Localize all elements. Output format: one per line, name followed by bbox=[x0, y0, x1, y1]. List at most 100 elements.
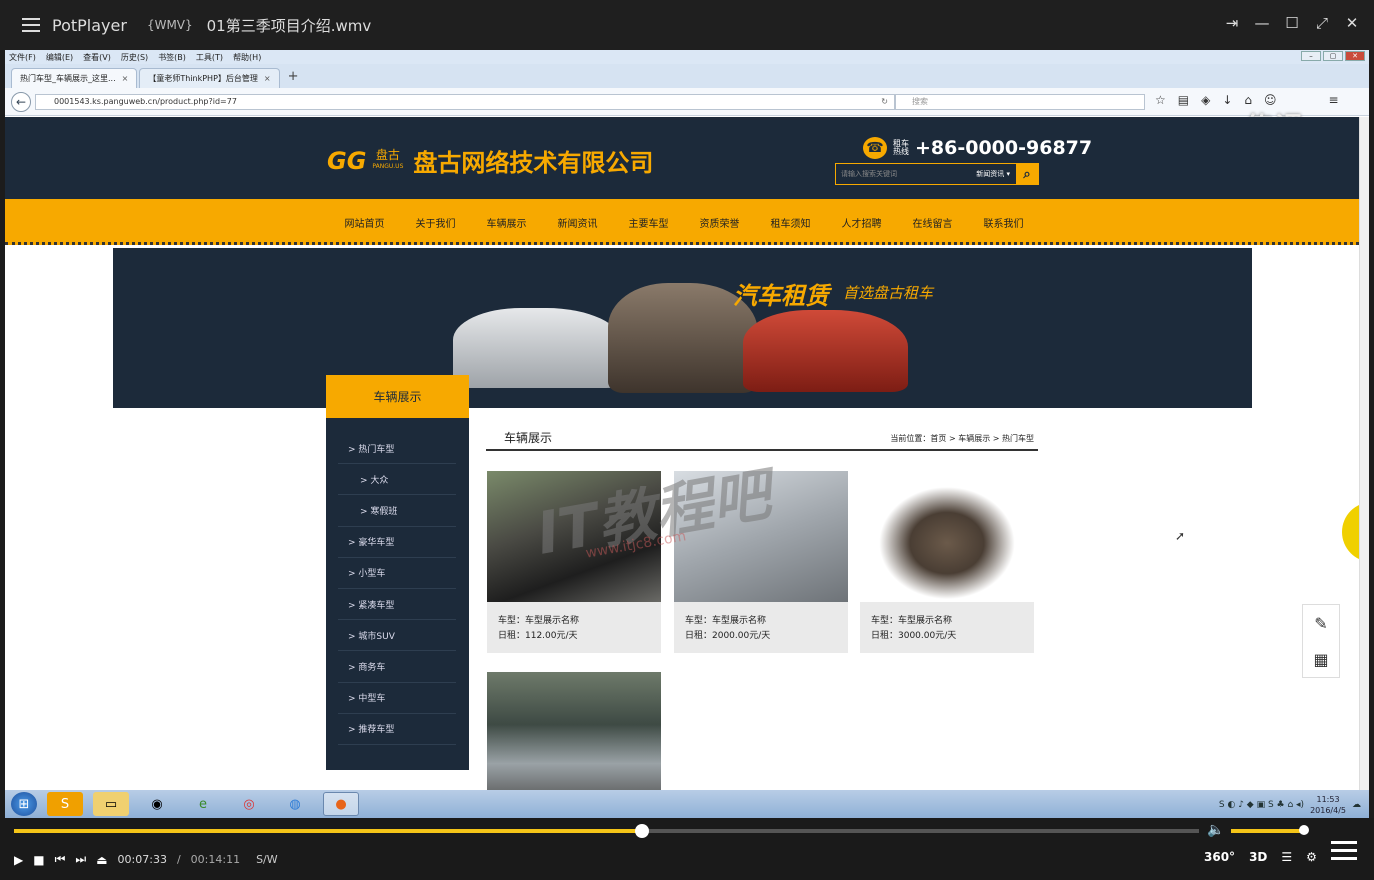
play-icon[interactable]: ▶ bbox=[14, 853, 23, 867]
sidebar-item-luxury[interactable]: > 豪华车型 bbox=[338, 527, 456, 558]
taskbar-firefox-icon[interactable]: ● bbox=[323, 792, 359, 816]
sidebar-list: > 热门车型 > 大众 > 寒假班 > 豪华车型 > 小型车 > 紧凑车型 > … bbox=[338, 433, 456, 745]
next-icon[interactable]: ⏭ bbox=[75, 852, 86, 867]
settings-gear-icon[interactable]: ⚙ bbox=[1306, 850, 1317, 864]
home-icon[interactable]: ⌂ bbox=[1244, 93, 1252, 107]
vehicle-photo[interactable] bbox=[487, 672, 661, 790]
nav-vehicles[interactable]: 车辆展示 bbox=[471, 215, 542, 230]
sidebar-item-suv[interactable]: > 城市SUV bbox=[338, 620, 456, 652]
site-search-input[interactable]: 请输入搜索关键词 bbox=[836, 169, 976, 179]
volume-slider[interactable] bbox=[1231, 825, 1310, 835]
sidebar-item-compact[interactable]: > 紧凑车型 bbox=[338, 589, 456, 621]
tray-clock[interactable]: 11:53 2016/4/5 bbox=[1310, 794, 1346, 816]
menu-edit[interactable]: 编辑(E) bbox=[46, 52, 73, 63]
back-icon[interactable]: ← bbox=[11, 91, 31, 112]
vehicle-card[interactable]: 车型：车型展示名称 日租：3000.00元/天 bbox=[860, 471, 1034, 653]
cursor-highlight bbox=[1342, 502, 1359, 562]
webpage: GG 盘古 PANGU.US 盘古网络技术有限公司 ☎ 租车 热线 +86-0000… bbox=[5, 117, 1359, 790]
browser-restore-icon[interactable]: ▢ bbox=[1323, 51, 1343, 61]
sidebar-item-midsize[interactable]: > 中型车 bbox=[338, 683, 456, 714]
search-icon[interactable]: ⌕ bbox=[1016, 164, 1038, 184]
hotline-number: +86-0000-96877 bbox=[915, 137, 1093, 159]
browser-navbar: ← 0001543.ks.panguweb.cn/product.php?id=… bbox=[5, 88, 1369, 144]
start-button-icon[interactable]: ⊞ bbox=[11, 792, 37, 816]
download-icon[interactable]: ↓ bbox=[1222, 93, 1232, 107]
pocket-icon[interactable]: ◈ bbox=[1201, 93, 1210, 107]
taskbar-qq-icon[interactable]: ◉ bbox=[139, 792, 175, 816]
taskbar-browser-icon[interactable]: ◍ bbox=[277, 792, 313, 816]
nav-news[interactable]: 新闻资讯 bbox=[542, 215, 613, 230]
browser-close-icon[interactable]: ✕ bbox=[1345, 51, 1365, 61]
eject-icon[interactable]: ⏏ bbox=[96, 853, 107, 867]
reload-icon[interactable]: ↻ bbox=[881, 95, 888, 109]
vr-360-button[interactable]: 360° bbox=[1204, 850, 1235, 864]
tab-close-icon[interactable]: × bbox=[264, 74, 271, 83]
edit-icon[interactable]: ✎ bbox=[1303, 605, 1339, 641]
nav-contact[interactable]: 联系我们 bbox=[968, 215, 1039, 230]
hamburger-icon[interactable]: ≡ bbox=[1329, 93, 1339, 107]
nav-careers[interactable]: 人才招聘 bbox=[826, 215, 897, 230]
page-scrollbar[interactable] bbox=[1359, 117, 1369, 790]
sync-icon[interactable]: ☺ bbox=[1264, 93, 1277, 107]
vehicle-rent: 日租：112.00元/天 bbox=[498, 631, 578, 641]
sidebar-item-winter[interactable]: > 寒假班 bbox=[338, 495, 456, 527]
3d-button[interactable]: 3D bbox=[1249, 850, 1267, 864]
tray-icons[interactable]: S ◐ ♪ ◆ ▣ S ♣ ⌂ ◂) bbox=[1219, 800, 1304, 810]
menu-view[interactable]: 查看(V) bbox=[83, 52, 111, 63]
browser-minimize-icon[interactable]: – bbox=[1301, 51, 1321, 61]
menu-tools[interactable]: 工具(T) bbox=[196, 52, 223, 63]
hamburger-menu-icon[interactable] bbox=[22, 14, 40, 36]
nav-rental-notes[interactable]: 租车须知 bbox=[755, 215, 826, 230]
volume-handle[interactable] bbox=[1299, 825, 1310, 835]
stop-icon[interactable]: ■ bbox=[33, 853, 44, 867]
nav-main-models[interactable]: 主要车型 bbox=[613, 215, 684, 230]
seek-handle[interactable] bbox=[635, 824, 650, 838]
tab-close-icon[interactable]: × bbox=[122, 74, 129, 83]
list-icon[interactable]: ☰ bbox=[1281, 850, 1292, 864]
taskbar-app-s-icon[interactable]: S bbox=[47, 792, 83, 816]
cloud-icon[interactable]: ☁ bbox=[1352, 800, 1361, 810]
maximize-icon[interactable]: ☐ bbox=[1284, 14, 1300, 32]
sidebar-item-business[interactable]: > 商务车 bbox=[338, 651, 456, 683]
nav-home[interactable]: 网站首页 bbox=[329, 215, 400, 230]
tab-admin[interactable]: 【童老师ThinkPHP】后台管理 × bbox=[139, 68, 280, 88]
tab-hot-models[interactable]: 热门车型_车辆展示_这里... × bbox=[11, 68, 138, 88]
windows-taskbar: ⊞ S ▭ ◉ e ◎ ◍ ● S ◐ ♪ ◆ ▣ S ♣ ⌂ ◂) 11:53… bbox=[5, 790, 1369, 818]
nav-honors[interactable]: 资质荣誉 bbox=[684, 215, 755, 230]
fullscreen-icon[interactable]: ⤢ bbox=[1314, 14, 1330, 32]
taskbar-ie-icon[interactable]: e bbox=[185, 792, 221, 816]
site-search[interactable]: 请输入搜索关键词 新闻资讯 ▾ ⌕ bbox=[835, 163, 1039, 185]
vehicle-photo[interactable] bbox=[860, 471, 1034, 602]
minimize-icon[interactable]: — bbox=[1254, 14, 1270, 32]
nav-message[interactable]: 在线留言 bbox=[897, 215, 968, 230]
url-bar[interactable]: 0001543.ks.panguweb.cn/product.php?id=77… bbox=[35, 94, 895, 110]
browser-search-input[interactable]: 搜索 bbox=[895, 94, 1145, 110]
search-category-select[interactable]: 新闻资讯 ▾ bbox=[976, 169, 1010, 179]
sidebar-item-hot[interactable]: > 热门车型 bbox=[338, 433, 456, 465]
playlist-icon[interactable] bbox=[1331, 836, 1357, 865]
taskbar-chrome-icon[interactable]: ◎ bbox=[231, 792, 267, 816]
seek-bar[interactable] bbox=[14, 824, 1199, 838]
qrcode-icon[interactable]: ▦ bbox=[1303, 641, 1339, 677]
previous-icon[interactable]: ⏮ bbox=[55, 852, 66, 867]
sidebar-item-vw[interactable]: > 大众 bbox=[338, 464, 456, 496]
taskbar-folder-icon[interactable]: ▭ bbox=[93, 792, 129, 816]
new-tab-button[interactable]: + bbox=[288, 69, 299, 84]
site-logo[interactable]: GG 盘古 PANGU.US 盘古网络技术有限公司 bbox=[327, 143, 653, 178]
bookmark-star-icon[interactable]: ☆ bbox=[1155, 93, 1166, 107]
menu-history[interactable]: 历史(S) bbox=[121, 52, 148, 63]
menu-help[interactable]: 帮助(H) bbox=[233, 52, 261, 63]
menu-file[interactable]: 文件(F) bbox=[9, 52, 36, 63]
close-icon[interactable]: ✕ bbox=[1344, 14, 1360, 32]
clipboard-icon[interactable]: ▤ bbox=[1178, 93, 1189, 107]
menu-bookmarks[interactable]: 书签(B) bbox=[158, 52, 186, 63]
volume-icon[interactable]: 🔈 bbox=[1207, 822, 1224, 838]
video-frame[interactable]: 文件(F) 编辑(E) 查看(V) 历史(S) 书签(B) 工具(T) 帮助(H… bbox=[5, 50, 1369, 818]
pin-icon[interactable]: ⇥ bbox=[1224, 14, 1240, 32]
vehicle-card[interactable] bbox=[487, 672, 661, 790]
sidebar-item-recommended[interactable]: > 推荐车型 bbox=[338, 714, 456, 745]
nav-about[interactable]: 关于我们 bbox=[400, 215, 471, 230]
decoder-mode[interactable]: S/W bbox=[256, 853, 278, 866]
sidebar-item-small[interactable]: > 小型车 bbox=[338, 558, 456, 589]
url-text: 0001543.ks.panguweb.cn/product.php?id=77 bbox=[54, 97, 237, 106]
